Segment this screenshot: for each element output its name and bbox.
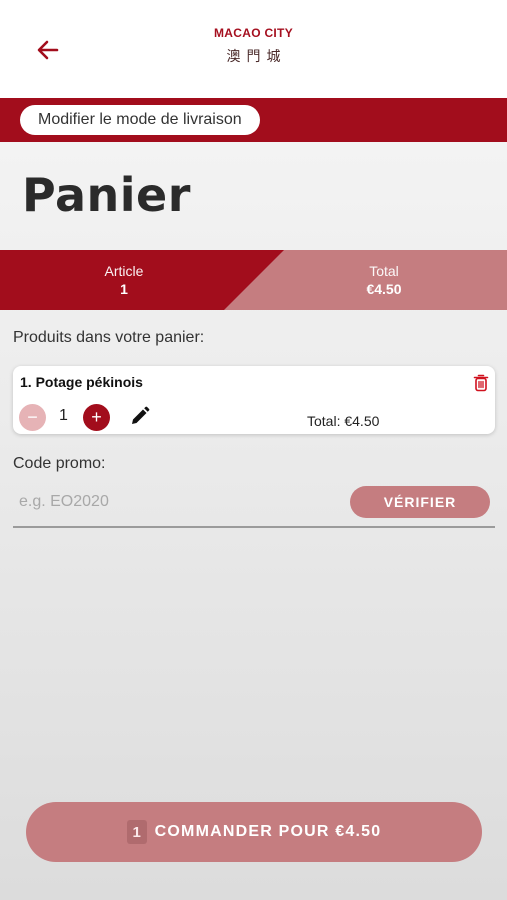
item-total: Total: €4.50 <box>307 413 380 429</box>
summary-article-label: Article <box>104 263 144 279</box>
verify-promo-button[interactable]: VÉRIFIER <box>350 486 490 518</box>
app-header: MACAO CITY 澳門城 <box>0 0 507 98</box>
cart-summary: Article 1 Total €4.50 <box>0 250 507 310</box>
summary-total-label: Total <box>369 263 399 279</box>
promo-code-input[interactable] <box>19 488 339 516</box>
order-button-label: COMMANDER POUR €4.50 <box>154 823 382 840</box>
summary-article-value: 1 <box>120 281 128 297</box>
trash-icon <box>473 374 489 392</box>
edit-item-button[interactable] <box>130 406 150 426</box>
cart-item-name: 1. Potage pékinois <box>20 374 143 390</box>
summary-article: Article 1 <box>24 250 224 310</box>
products-section-label: Produits dans votre panier: <box>13 329 205 346</box>
order-button[interactable]: 1 COMMANDER POUR €4.50 <box>26 802 482 862</box>
item-quantity: 1 <box>59 407 68 424</box>
decrease-quantity-button[interactable]: − <box>19 404 46 431</box>
summary-total-value: €4.50 <box>366 281 402 297</box>
change-delivery-mode-button[interactable]: Modifier le mode de livraison <box>20 105 260 135</box>
brand-logo: MACAO CITY 澳門城 <box>0 26 507 66</box>
promo-row: VÉRIFIER <box>13 484 495 528</box>
increase-quantity-button[interactable]: + <box>83 404 110 431</box>
brand-name-zh: 澳門城 <box>226 49 287 65</box>
delivery-bar: Modifier le mode de livraison <box>0 98 507 142</box>
cart-item: 1. Potage pékinois − 1 + Total: €4.50 <box>13 366 495 434</box>
pencil-icon <box>132 406 150 424</box>
delete-item-button[interactable] <box>473 374 489 392</box>
page-title: Panier <box>22 168 191 222</box>
promo-label: Code promo: <box>13 455 106 472</box>
order-count-badge: 1 <box>126 820 147 844</box>
summary-total: Total €4.50 <box>284 250 484 310</box>
brand-name-en: MACAO CITY <box>214 26 293 40</box>
